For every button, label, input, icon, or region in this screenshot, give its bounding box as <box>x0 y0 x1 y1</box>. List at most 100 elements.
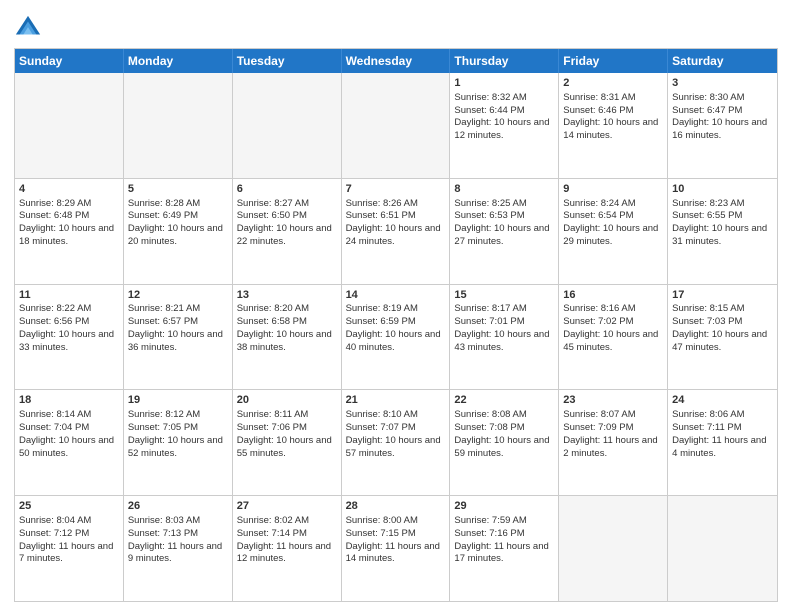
calendar-day-21: 21Sunrise: 8:10 AM Sunset: 7:07 PM Dayli… <box>342 390 451 495</box>
day-info: Sunrise: 8:11 AM Sunset: 7:06 PM Dayligh… <box>237 409 332 458</box>
day-info: Sunrise: 8:27 AM Sunset: 6:50 PM Dayligh… <box>237 198 332 247</box>
day-info: Sunrise: 8:20 AM Sunset: 6:58 PM Dayligh… <box>237 303 332 352</box>
calendar-day-4: 4Sunrise: 8:29 AM Sunset: 6:48 PM Daylig… <box>15 179 124 284</box>
calendar-week-4: 18Sunrise: 8:14 AM Sunset: 7:04 PM Dayli… <box>15 390 777 496</box>
calendar-empty-cell <box>15 73 124 178</box>
calendar-day-8: 8Sunrise: 8:25 AM Sunset: 6:53 PM Daylig… <box>450 179 559 284</box>
calendar-day-14: 14Sunrise: 8:19 AM Sunset: 6:59 PM Dayli… <box>342 285 451 390</box>
day-info: Sunrise: 8:07 AM Sunset: 7:09 PM Dayligh… <box>563 409 657 458</box>
day-info: Sunrise: 8:19 AM Sunset: 6:59 PM Dayligh… <box>346 303 441 352</box>
day-number: 2 <box>563 76 663 91</box>
calendar-header-friday: Friday <box>559 49 668 73</box>
calendar-day-12: 12Sunrise: 8:21 AM Sunset: 6:57 PM Dayli… <box>124 285 233 390</box>
day-info: Sunrise: 8:10 AM Sunset: 7:07 PM Dayligh… <box>346 409 441 458</box>
day-number: 5 <box>128 182 228 197</box>
calendar-day-13: 13Sunrise: 8:20 AM Sunset: 6:58 PM Dayli… <box>233 285 342 390</box>
logo-icon <box>14 14 42 42</box>
day-info: Sunrise: 8:08 AM Sunset: 7:08 PM Dayligh… <box>454 409 549 458</box>
calendar-day-22: 22Sunrise: 8:08 AM Sunset: 7:08 PM Dayli… <box>450 390 559 495</box>
calendar-day-28: 28Sunrise: 8:00 AM Sunset: 7:15 PM Dayli… <box>342 496 451 601</box>
day-number: 14 <box>346 288 446 303</box>
calendar-header-row: SundayMondayTuesdayWednesdayThursdayFrid… <box>15 49 777 73</box>
calendar-day-20: 20Sunrise: 8:11 AM Sunset: 7:06 PM Dayli… <box>233 390 342 495</box>
calendar-header-saturday: Saturday <box>668 49 777 73</box>
logo <box>14 14 44 42</box>
calendar-day-11: 11Sunrise: 8:22 AM Sunset: 6:56 PM Dayli… <box>15 285 124 390</box>
day-number: 9 <box>563 182 663 197</box>
day-info: Sunrise: 8:06 AM Sunset: 7:11 PM Dayligh… <box>672 409 766 458</box>
day-info: Sunrise: 8:17 AM Sunset: 7:01 PM Dayligh… <box>454 303 549 352</box>
day-number: 3 <box>672 76 773 91</box>
calendar-day-2: 2Sunrise: 8:31 AM Sunset: 6:46 PM Daylig… <box>559 73 668 178</box>
day-number: 16 <box>563 288 663 303</box>
day-info: Sunrise: 8:12 AM Sunset: 7:05 PM Dayligh… <box>128 409 223 458</box>
calendar-empty-cell <box>342 73 451 178</box>
day-info: Sunrise: 8:03 AM Sunset: 7:13 PM Dayligh… <box>128 515 222 564</box>
day-number: 11 <box>19 288 119 303</box>
day-number: 4 <box>19 182 119 197</box>
day-number: 24 <box>672 393 773 408</box>
calendar-day-15: 15Sunrise: 8:17 AM Sunset: 7:01 PM Dayli… <box>450 285 559 390</box>
calendar-day-10: 10Sunrise: 8:23 AM Sunset: 6:55 PM Dayli… <box>668 179 777 284</box>
day-info: Sunrise: 8:22 AM Sunset: 6:56 PM Dayligh… <box>19 303 114 352</box>
calendar-header-sunday: Sunday <box>15 49 124 73</box>
calendar-empty-cell <box>233 73 342 178</box>
day-info: Sunrise: 8:32 AM Sunset: 6:44 PM Dayligh… <box>454 92 549 141</box>
day-number: 21 <box>346 393 446 408</box>
day-info: Sunrise: 8:29 AM Sunset: 6:48 PM Dayligh… <box>19 198 114 247</box>
calendar-day-3: 3Sunrise: 8:30 AM Sunset: 6:47 PM Daylig… <box>668 73 777 178</box>
calendar-day-17: 17Sunrise: 8:15 AM Sunset: 7:03 PM Dayli… <box>668 285 777 390</box>
calendar-day-19: 19Sunrise: 8:12 AM Sunset: 7:05 PM Dayli… <box>124 390 233 495</box>
calendar-day-7: 7Sunrise: 8:26 AM Sunset: 6:51 PM Daylig… <box>342 179 451 284</box>
calendar-day-16: 16Sunrise: 8:16 AM Sunset: 7:02 PM Dayli… <box>559 285 668 390</box>
day-info: Sunrise: 8:25 AM Sunset: 6:53 PM Dayligh… <box>454 198 549 247</box>
calendar: SundayMondayTuesdayWednesdayThursdayFrid… <box>14 48 778 602</box>
calendar-header-tuesday: Tuesday <box>233 49 342 73</box>
day-info: Sunrise: 8:15 AM Sunset: 7:03 PM Dayligh… <box>672 303 767 352</box>
header <box>14 10 778 42</box>
day-info: Sunrise: 8:04 AM Sunset: 7:12 PM Dayligh… <box>19 515 113 564</box>
calendar-week-1: 1Sunrise: 8:32 AM Sunset: 6:44 PM Daylig… <box>15 73 777 179</box>
calendar-empty-cell <box>559 496 668 601</box>
day-number: 17 <box>672 288 773 303</box>
calendar-week-3: 11Sunrise: 8:22 AM Sunset: 6:56 PM Dayli… <box>15 285 777 391</box>
day-number: 13 <box>237 288 337 303</box>
calendar-week-5: 25Sunrise: 8:04 AM Sunset: 7:12 PM Dayli… <box>15 496 777 601</box>
page: SundayMondayTuesdayWednesdayThursdayFrid… <box>0 0 792 612</box>
day-info: Sunrise: 8:21 AM Sunset: 6:57 PM Dayligh… <box>128 303 223 352</box>
day-number: 18 <box>19 393 119 408</box>
day-number: 10 <box>672 182 773 197</box>
day-info: Sunrise: 8:00 AM Sunset: 7:15 PM Dayligh… <box>346 515 440 564</box>
day-number: 6 <box>237 182 337 197</box>
day-info: Sunrise: 8:30 AM Sunset: 6:47 PM Dayligh… <box>672 92 767 141</box>
calendar-header-monday: Monday <box>124 49 233 73</box>
calendar-day-5: 5Sunrise: 8:28 AM Sunset: 6:49 PM Daylig… <box>124 179 233 284</box>
calendar-day-18: 18Sunrise: 8:14 AM Sunset: 7:04 PM Dayli… <box>15 390 124 495</box>
calendar-day-24: 24Sunrise: 8:06 AM Sunset: 7:11 PM Dayli… <box>668 390 777 495</box>
day-info: Sunrise: 8:14 AM Sunset: 7:04 PM Dayligh… <box>19 409 114 458</box>
day-info: Sunrise: 8:26 AM Sunset: 6:51 PM Dayligh… <box>346 198 441 247</box>
day-number: 27 <box>237 499 337 514</box>
calendar-week-2: 4Sunrise: 8:29 AM Sunset: 6:48 PM Daylig… <box>15 179 777 285</box>
day-number: 29 <box>454 499 554 514</box>
day-number: 12 <box>128 288 228 303</box>
calendar-day-9: 9Sunrise: 8:24 AM Sunset: 6:54 PM Daylig… <box>559 179 668 284</box>
day-number: 20 <box>237 393 337 408</box>
day-number: 25 <box>19 499 119 514</box>
calendar-empty-cell <box>668 496 777 601</box>
day-number: 15 <box>454 288 554 303</box>
day-info: Sunrise: 8:28 AM Sunset: 6:49 PM Dayligh… <box>128 198 223 247</box>
calendar-day-6: 6Sunrise: 8:27 AM Sunset: 6:50 PM Daylig… <box>233 179 342 284</box>
calendar-body: 1Sunrise: 8:32 AM Sunset: 6:44 PM Daylig… <box>15 73 777 601</box>
calendar-day-29: 29Sunrise: 7:59 AM Sunset: 7:16 PM Dayli… <box>450 496 559 601</box>
calendar-header-wednesday: Wednesday <box>342 49 451 73</box>
day-info: Sunrise: 8:02 AM Sunset: 7:14 PM Dayligh… <box>237 515 331 564</box>
day-number: 19 <box>128 393 228 408</box>
day-number: 8 <box>454 182 554 197</box>
calendar-day-1: 1Sunrise: 8:32 AM Sunset: 6:44 PM Daylig… <box>450 73 559 178</box>
calendar-header-thursday: Thursday <box>450 49 559 73</box>
day-number: 23 <box>563 393 663 408</box>
calendar-empty-cell <box>124 73 233 178</box>
day-number: 7 <box>346 182 446 197</box>
day-info: Sunrise: 8:23 AM Sunset: 6:55 PM Dayligh… <box>672 198 767 247</box>
